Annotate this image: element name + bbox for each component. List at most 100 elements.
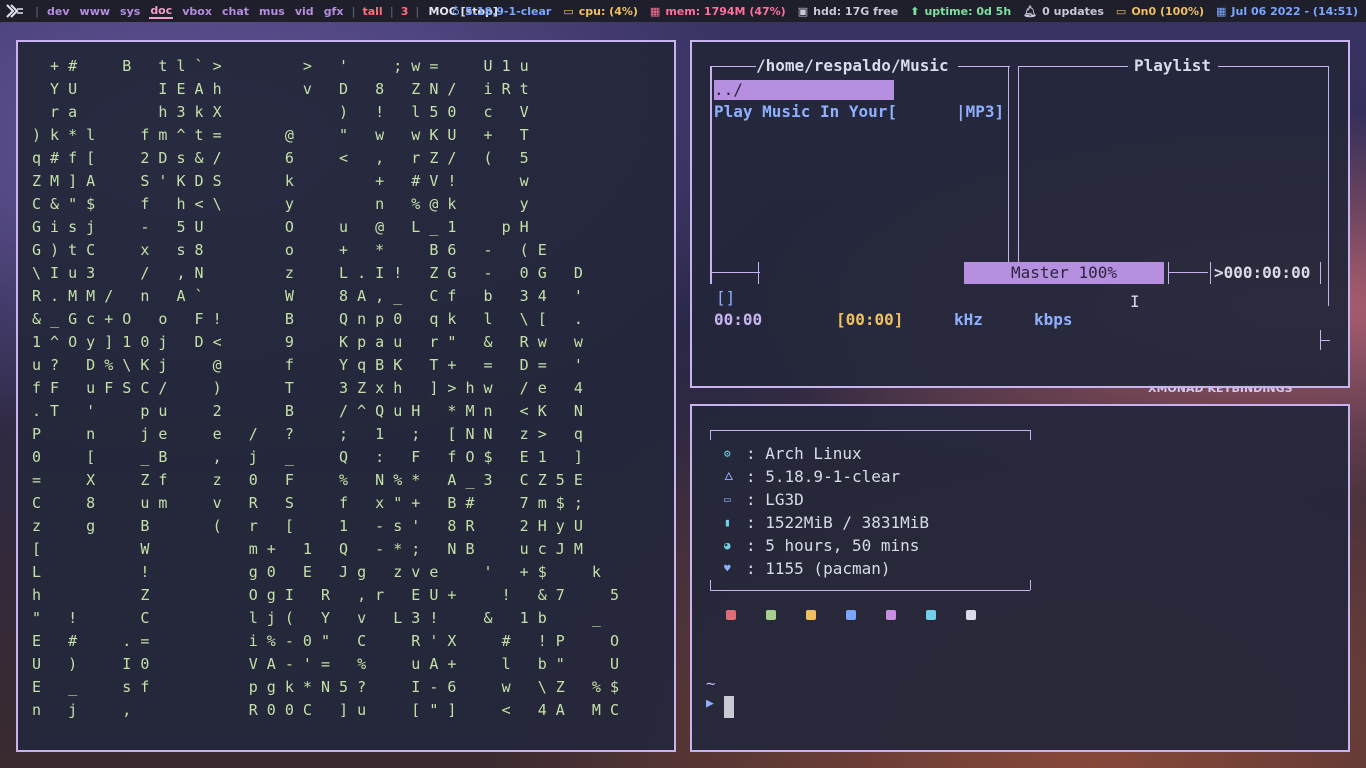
matrix-row: G i s j - 5 U O u @ L _ 1 p H — [32, 218, 529, 236]
cpu-module: ▭ cpu: (4%) — [563, 5, 638, 18]
info-box-border — [710, 430, 711, 440]
panel-border — [1320, 340, 1330, 341]
matrix-row: h Z O g I R , r E U + ! & 7 5 — [32, 586, 619, 604]
kernel-version: 5.18.9-1-clear — [464, 4, 552, 18]
workspace-dev[interactable]: dev — [46, 5, 71, 18]
matrix-row: = X Z f z 0 F % N % * A _ 3 C Z 5 E — [32, 471, 583, 489]
battery-status: On0 (100%) — [1131, 4, 1205, 18]
cpu-usage: cpu: (4%) — [578, 4, 638, 18]
volume-bar[interactable]: Master 100% — [964, 262, 1164, 284]
play-state: [] — [716, 288, 736, 307]
panel-border — [1168, 262, 1169, 284]
updates-module[interactable]: 🔔︎ 0 updates — [1023, 5, 1104, 18]
system-info-value: : 5 hours, 50 mins — [746, 536, 920, 555]
hdd-free: hdd: 17G free — [813, 4, 899, 18]
matrix-row: n j , R 0 0 C ] u [ " ] < 4 A M C — [32, 701, 619, 719]
matrix-row: f F u F S C / ) T 3 Z x h ] > h w / e 4 — [32, 379, 583, 397]
workspace-gfx[interactable]: gfx — [323, 5, 345, 18]
terminal-window[interactable]: ⚙ : Arch Linux 🜂 : 5.18.9-1-clear ▭ : LG3D ▮ : … — [690, 404, 1350, 752]
layout-indicator[interactable]: tall — [362, 5, 382, 18]
calendar-icon: ▦ — [1216, 4, 1227, 18]
matrix-row: 1 ^ O y ] 1 0 j D < 9 K p a u r " & R w … — [32, 333, 583, 351]
memory-icon: ▮ — [724, 516, 731, 529]
color-swatch — [726, 610, 736, 620]
color-swatch — [806, 610, 816, 620]
matrix-row: ) k * l f m ^ t = @ " w w K U + T — [32, 126, 529, 144]
matrix-row: [ W m + 1 Q - * ; N B u c J M — [32, 540, 583, 558]
clock-module[interactable]: ▦ Jul 06 2022 - (14:51) — [1216, 5, 1358, 18]
system-info-value: : 1155 (pacman) — [746, 559, 891, 578]
matrix-row: U ) I 0 V A - ' = % u A + l b " U — [32, 655, 619, 673]
mem-usage: mem: 1794M (47%) — [665, 4, 786, 18]
panel-border — [1008, 66, 1009, 262]
workspace-www[interactable]: www — [79, 5, 112, 18]
matrix-row: q # f [ 2 D s & / 6 < , r Z / ( 5 — [32, 149, 529, 167]
clock-value: Jul 06 2022 - (14:51) — [1231, 4, 1358, 18]
moc-window[interactable]: /home/respaldo/Music ../ Play Music In Y… — [690, 40, 1350, 388]
panel-border — [1320, 262, 1321, 284]
matrix-row: r a h 3 k X ) ! l 5 0 c V — [32, 103, 529, 121]
terminal-cursor[interactable] — [724, 696, 734, 718]
xmonad-logo-icon[interactable] — [4, 0, 26, 22]
info-box-border — [710, 430, 1030, 431]
workspace-mus[interactable]: mus — [258, 5, 286, 18]
mem-module: ▦ mem: 1794M (47%) — [650, 5, 786, 18]
arch-icon: ⚙ — [724, 447, 731, 460]
workspace-vid[interactable]: vid — [294, 5, 315, 18]
system-info-value: : 5.18.9-1-clear — [746, 467, 901, 486]
panel-border — [958, 66, 1010, 67]
matrix-row: L ! g 0 E J g z v e ' + $ k — [32, 563, 601, 581]
battery-icon: ▭ — [1115, 4, 1127, 18]
info-box-border — [1030, 430, 1031, 440]
window-count: 3 — [400, 4, 409, 18]
matrix-row: Z M ] A S ' K D S k + # V ! w — [32, 172, 529, 190]
matrix-row: G ) t C x s 8 o + * B 6 - ( E — [32, 241, 547, 259]
directory-title: /home/respaldo/Music — [756, 56, 949, 75]
matrix-row: z g B ( r [ 1 - s ' 8 R 2 H y U — [32, 517, 583, 535]
bar-separator: | — [35, 4, 40, 18]
workspace-chat[interactable]: chat — [221, 5, 250, 18]
uptime-value: uptime: 0d 5h — [924, 4, 1012, 18]
workspace-sys[interactable]: sys — [119, 5, 141, 18]
battery-module: ▭ On0 (100%) — [1116, 5, 1204, 18]
desktop-icon: ▭ — [724, 493, 731, 506]
file-entry[interactable]: Play Music In Your[ — [714, 102, 897, 121]
system-info-value: : LG3D — [746, 490, 804, 509]
matrix-row: C 8 u m v R S f x " + B # 7 m $ ; — [32, 494, 583, 512]
workspace-doc[interactable]: doc — [149, 4, 174, 19]
file-entry-parent[interactable]: ../ — [714, 80, 894, 100]
panel-border — [758, 262, 759, 284]
uptime-icon: ◕ — [724, 539, 731, 552]
kernel-icon: ♁ — [451, 4, 460, 18]
matrix-row: + # B t l ` > > ' ; w = U 1 u — [32, 57, 529, 75]
panel-border — [710, 66, 756, 67]
cmatrix-window[interactable]: + # B t l ` > > ' ; w = U 1 u Y U I E A … — [16, 40, 676, 752]
elapsed-time: 00:00 — [714, 310, 763, 329]
text-cursor-icon: I — [1130, 292, 1140, 311]
bar-modules: ♁ 5.18.9-1-clear ▭ cpu: (4%) ▦ mem: 1794… — [440, 0, 1358, 22]
playlist-title: Playlist — [1134, 56, 1212, 75]
matrix-row: C & " $ f h < \ y n % @ k y — [32, 195, 529, 213]
uptime-module: ⬆ uptime: 0d 5h — [910, 5, 1011, 18]
system-info-value: : 1522MiB / 3831MiB — [746, 513, 930, 532]
monitor-icon: ▭ — [563, 4, 574, 18]
bell-icon: 🔔︎ — [1023, 4, 1038, 18]
track-duration: [00:00] — [836, 310, 904, 329]
panel-border — [1328, 66, 1329, 306]
system-info-value: : Arch Linux — [746, 444, 862, 463]
color-swatch — [766, 610, 776, 620]
bar-separator: | — [351, 4, 356, 18]
matrix-row: E _ s f p g k * N 5 ? I - 6 w \ Z % $ — [32, 678, 619, 696]
info-box-border — [710, 590, 1030, 591]
kernel-icon: 🜂 — [724, 470, 734, 483]
kbps-label: kbps — [1034, 310, 1073, 329]
matrix-row: . T ' p u 2 B / ^ Q u H * M n < K N — [32, 402, 583, 420]
workspace-vbox[interactable]: vbox — [181, 5, 213, 18]
status-bar: | dev www sys doc vbox chat mus vid gfx … — [0, 0, 1366, 22]
matrix-row: \ I u 3 / , N z L . I ! Z G - 0 G D — [32, 264, 583, 282]
matrix-row: R . M M / n A ` W 8 A , _ C f b 3 4 ' — [32, 287, 583, 305]
prompt-arrow-icon: ▶ — [706, 696, 714, 711]
matrix-row: " ! C l j ( Y v L 3 ! & 1 b _ — [32, 609, 601, 627]
panel-border — [1018, 66, 1019, 262]
bar-separator: | — [415, 4, 420, 18]
